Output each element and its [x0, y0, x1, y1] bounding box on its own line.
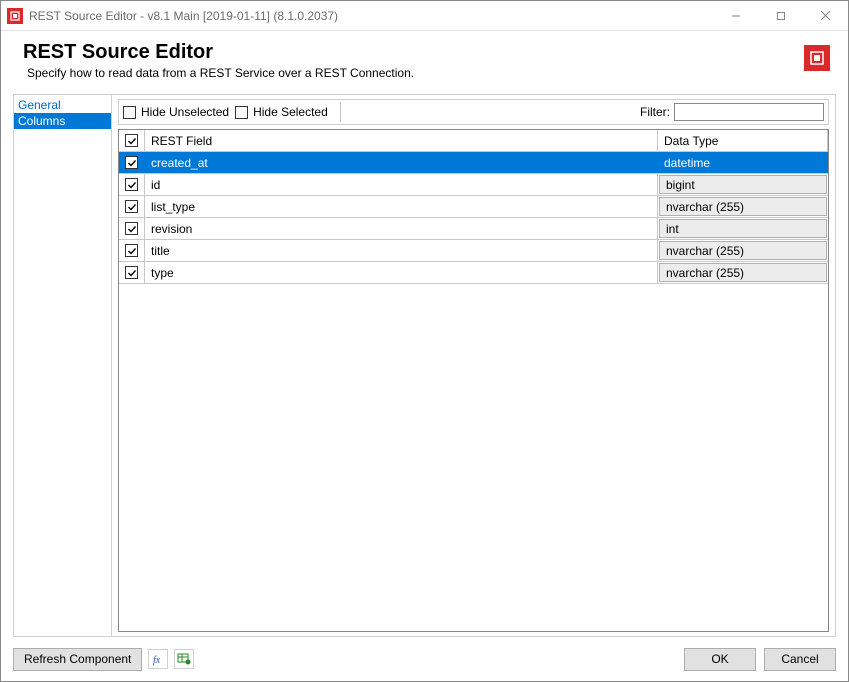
grid-toolbar: Hide Unselected Hide Selected Filter: [118, 99, 829, 125]
main-body: General Columns Hide Unselected Hide Sel… [13, 94, 836, 637]
svg-text:fx: fx [153, 655, 161, 666]
content-area: Hide Unselected Hide Selected Filter: RE… [112, 95, 835, 636]
cancel-button[interactable]: Cancel [764, 648, 836, 671]
table-row[interactable]: revisionint [119, 218, 828, 240]
table-row[interactable]: typenvarchar (255) [119, 262, 828, 284]
refresh-component-button[interactable]: Refresh Component [13, 648, 142, 671]
window-title: REST Source Editor - v8.1 Main [2019-01-… [29, 9, 713, 23]
titlebar: REST Source Editor - v8.1 Main [2019-01-… [1, 1, 848, 31]
toolbar-separator [340, 102, 341, 122]
page-title: REST Source Editor [23, 41, 804, 64]
hide-unselected-label: Hide Unselected [141, 105, 229, 119]
row-checkbox[interactable] [119, 240, 145, 261]
table-row[interactable]: list_typenvarchar (255) [119, 196, 828, 218]
row-field-name: type [145, 262, 658, 283]
hide-unselected-checkbox[interactable]: Hide Unselected [123, 105, 229, 119]
hide-selected-label: Hide Selected [253, 105, 328, 119]
checkbox-icon [235, 106, 248, 119]
app-icon [7, 8, 23, 24]
sidebar-item-columns[interactable]: Columns [14, 113, 111, 129]
close-button[interactable] [803, 1, 848, 30]
row-data-type[interactable]: nvarchar (255) [659, 241, 827, 260]
table-row[interactable]: idbigint [119, 174, 828, 196]
footer: Refresh Component fx OK Cancel [1, 637, 848, 681]
row-data-type[interactable]: bigint [659, 175, 827, 194]
filter-input[interactable] [674, 103, 824, 121]
grid-empty-area [119, 284, 828, 631]
row-field-name: revision [145, 218, 658, 239]
row-data-type[interactable]: int [659, 219, 827, 238]
header-rest-field[interactable]: REST Field [145, 130, 658, 151]
row-data-type[interactable]: nvarchar (255) [659, 263, 827, 282]
row-field-name: list_type [145, 196, 658, 217]
checkbox-icon [123, 106, 136, 119]
table-row[interactable]: titlenvarchar (255) [119, 240, 828, 262]
row-data-type[interactable]: nvarchar (255) [659, 197, 827, 216]
row-checkbox[interactable] [119, 196, 145, 217]
window-controls [713, 1, 848, 30]
table-row[interactable]: created_atdatetime [119, 152, 828, 174]
select-all-checkbox[interactable] [119, 130, 145, 151]
row-checkbox[interactable] [119, 218, 145, 239]
expression-button[interactable]: fx [148, 649, 168, 669]
row-data-type[interactable]: datetime [658, 152, 828, 173]
table-mapping-button[interactable] [174, 649, 194, 669]
row-checkbox[interactable] [119, 152, 145, 173]
row-field-name: id [145, 174, 658, 195]
ok-button[interactable]: OK [684, 648, 756, 671]
header: REST Source Editor Specify how to read d… [1, 31, 848, 94]
grid-header-row: REST Field Data Type [119, 130, 828, 152]
row-field-name: created_at [145, 152, 658, 173]
columns-grid: REST Field Data Type created_atdatetimei… [118, 129, 829, 632]
row-checkbox[interactable] [119, 262, 145, 283]
page-subtitle: Specify how to read data from a REST Ser… [23, 66, 804, 80]
filter-label: Filter: [640, 105, 670, 119]
header-data-type[interactable]: Data Type [658, 130, 828, 151]
component-icon [804, 45, 830, 71]
minimize-button[interactable] [713, 1, 758, 30]
sidebar: General Columns [14, 95, 112, 636]
hide-selected-checkbox[interactable]: Hide Selected [235, 105, 328, 119]
sidebar-item-general[interactable]: General [14, 97, 111, 113]
row-field-name: title [145, 240, 658, 261]
row-checkbox[interactable] [119, 174, 145, 195]
maximize-button[interactable] [758, 1, 803, 30]
